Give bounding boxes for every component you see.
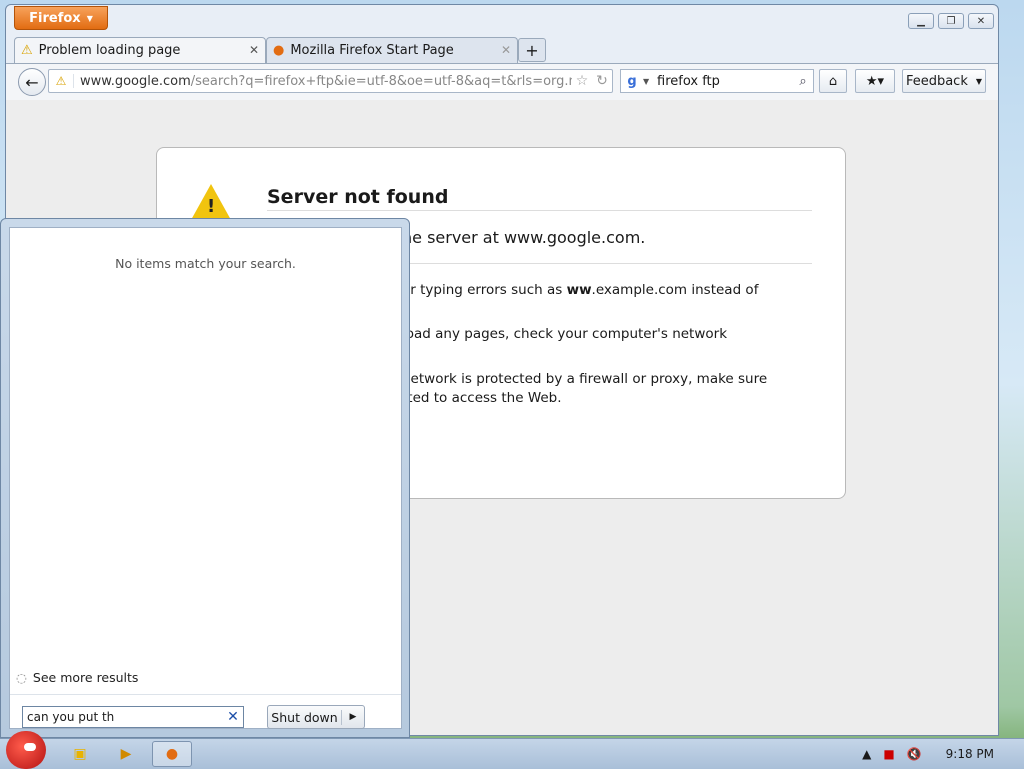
clock[interactable]: 9:18 PM: [946, 747, 994, 761]
see-more-results-link[interactable]: ◌ See more results: [16, 670, 138, 685]
suggestion-1-post: .example.com instead of: [591, 282, 759, 298]
suggestion-3-line1: network is protected by a firewall or pr…: [402, 371, 768, 387]
start-button[interactable]: [6, 731, 46, 769]
tab-title: Mozilla Firefox Start Page: [290, 43, 454, 58]
system-tray: ▲ ■ 🔇 9:18 PM: [862, 739, 1024, 769]
bookmarks-icon: ★▾: [865, 73, 885, 89]
warning-exclamation: !: [207, 196, 216, 217]
start-search-text[interactable]: can you put th: [27, 710, 223, 724]
close-tab-icon[interactable]: ✕: [501, 43, 511, 57]
reload-icon[interactable]: ↻: [592, 73, 612, 89]
chevron-down-icon[interactable]: ▼: [643, 77, 653, 86]
action-center-icon[interactable]: ■: [883, 747, 894, 761]
firefox-logo-icon: ●: [273, 43, 285, 58]
show-hidden-icons-icon[interactable]: ▲: [862, 747, 871, 761]
new-tab-button[interactable]: +: [518, 38, 546, 62]
bookmarks-button[interactable]: ★▾: [855, 69, 895, 93]
feedback-label: Feedback: [905, 73, 968, 89]
taskbar-explorer[interactable]: ▣: [60, 741, 100, 767]
google-icon[interactable]: g: [621, 74, 643, 89]
divider: [267, 210, 812, 211]
start-menu: No items match your search. ◌ See more r…: [0, 218, 410, 738]
url-path: /search?q=firefox+ftp&ie=utf-8&oe=utf-8&…: [190, 73, 572, 89]
navigation-toolbar: ← ⚠ www.google.com/search?q=firefox+ftp&…: [6, 63, 998, 101]
start-search-input[interactable]: can you put th ✕: [22, 706, 244, 728]
search-icon: ◌: [16, 670, 27, 685]
suggestion-1: or typing errors such as ww.example.com …: [402, 282, 758, 298]
home-icon: ⌂: [828, 73, 838, 89]
close-tab-icon[interactable]: ✕: [249, 43, 259, 57]
plus-icon: +: [525, 40, 539, 60]
back-arrow-icon: ←: [25, 72, 39, 92]
folder-icon: ▣: [73, 746, 87, 762]
tab-start-page[interactable]: ● Mozilla Firefox Start Page ✕: [266, 37, 518, 63]
warning-icon: ⚠: [21, 43, 33, 58]
shutdown-button[interactable]: Shut down ▶: [267, 705, 365, 729]
bookmark-star-icon[interactable]: ☆: [572, 73, 592, 89]
search-icon[interactable]: ⌕: [793, 74, 813, 89]
suggestion-3-line2: tted to access the Web.: [402, 390, 562, 406]
taskbar: ▣ ▶ ● ▲ ■ 🔇 9:18 PM: [0, 731, 1024, 769]
firefox-menu-button[interactable]: Firefox ▼: [14, 6, 108, 30]
shutdown-label: Shut down: [268, 709, 342, 725]
search-bar[interactable]: g ▼ firefox ftp ⌕: [620, 69, 814, 93]
restore-button[interactable]: ❐: [938, 13, 964, 29]
media-player-icon: ▶: [120, 746, 132, 762]
tab-title: Problem loading page: [38, 43, 181, 58]
home-button[interactable]: ⌂: [819, 69, 847, 93]
search-input[interactable]: firefox ftp: [653, 74, 793, 89]
see-more-label: See more results: [32, 670, 139, 685]
clear-search-icon[interactable]: ✕: [223, 709, 243, 725]
suggestion-1-pre: or typing errors such as: [402, 282, 567, 298]
tab-problem-loading[interactable]: ⚠ Problem loading page ✕: [14, 37, 266, 63]
error-message: he server at www.google.com.: [402, 228, 646, 247]
firefox-logo-icon: ●: [165, 746, 179, 762]
url-domain: www.google.com: [80, 73, 191, 89]
start-menu-results-pane: No items match your search. ◌ See more r…: [9, 227, 402, 729]
shutdown-options-arrow-icon[interactable]: ▶: [342, 712, 364, 722]
minimize-button[interactable]: ▁: [908, 13, 934, 29]
url-text[interactable]: www.google.com/search?q=firefox+ftp&ie=u…: [74, 74, 572, 89]
firefox-menu-label: Firefox: [29, 10, 81, 26]
start-orb-icon: [24, 743, 36, 751]
suggestion-2: load any pages, check your computer's ne…: [402, 326, 728, 342]
chevron-down-icon: ▼: [86, 13, 93, 23]
taskbar-firefox[interactable]: ●: [152, 741, 192, 767]
back-button[interactable]: ←: [18, 68, 46, 96]
url-bar[interactable]: ⚠ www.google.com/search?q=firefox+ftp&ie…: [48, 69, 613, 93]
warning-icon: ⚠: [49, 74, 74, 88]
suggestion-1-bold: ww: [566, 282, 592, 298]
taskbar-media-player[interactable]: ▶: [106, 741, 146, 767]
close-window-button[interactable]: ✕: [968, 13, 994, 29]
volume-muted-icon[interactable]: 🔇: [907, 747, 922, 761]
feedback-button[interactable]: Feedback ▼: [902, 69, 986, 93]
no-results-text: No items match your search.: [115, 256, 296, 271]
tab-strip: ⚠ Problem loading page ✕ ● Mozilla Firef…: [14, 37, 994, 63]
caption-buttons: ▁ ❐ ✕: [908, 13, 994, 29]
error-title: Server not found: [267, 186, 449, 208]
divider: [10, 694, 401, 695]
chevron-down-icon: ▼: [975, 76, 983, 86]
